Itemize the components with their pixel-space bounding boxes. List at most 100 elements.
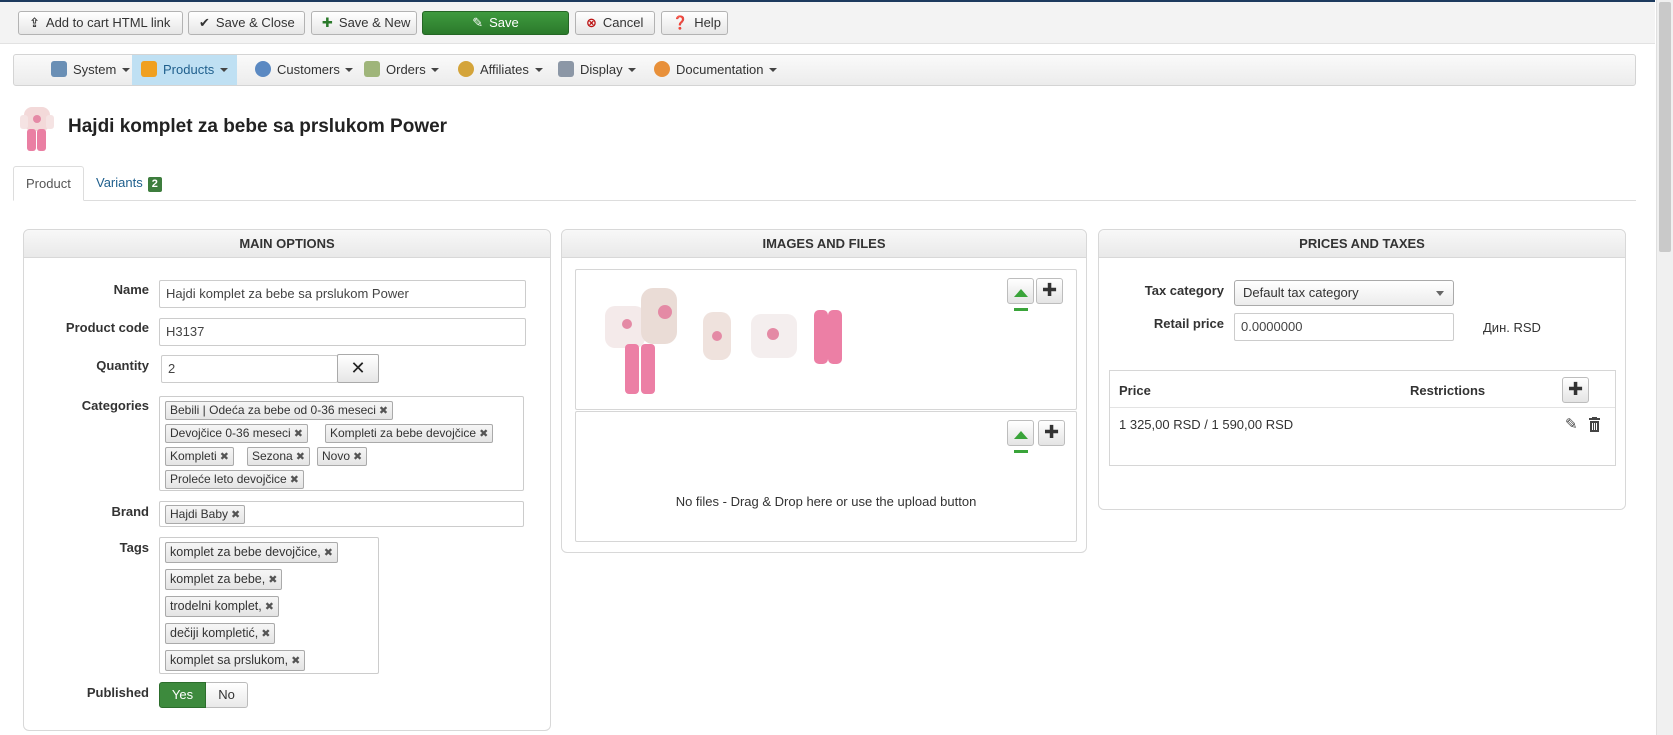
remove-icon[interactable]: ✖ bbox=[294, 428, 303, 440]
retail-price-input[interactable]: 0.0000000 bbox=[1234, 313, 1454, 341]
remove-icon[interactable]: ✖ bbox=[220, 451, 229, 463]
remove-icon[interactable]: ✖ bbox=[379, 405, 388, 417]
restrictions-column-header: Restrictions bbox=[1410, 383, 1486, 398]
save-button[interactable]: ✎ Save bbox=[422, 11, 569, 35]
product-code-input[interactable]: H3137 bbox=[159, 318, 526, 346]
tab-product[interactable]: Product bbox=[13, 166, 84, 201]
save-new-label: Save & New bbox=[338, 15, 411, 30]
save-close-label: Save & Close bbox=[215, 15, 295, 30]
category-chip: Devojčice 0-36 meseci ✖ bbox=[165, 424, 308, 443]
cancel-icon: ⊗ bbox=[586, 15, 597, 30]
tag-chip-label: komplet za bebe, bbox=[170, 572, 266, 586]
help-icon: ❓ bbox=[672, 15, 689, 30]
tab-product-label: Product bbox=[26, 176, 71, 191]
tag-chip: dečiji kompletić, ✖ bbox=[165, 623, 276, 644]
menu-orders[interactable]: Orders bbox=[355, 55, 448, 85]
category-chip: Kompleti za bebe devojčice ✖ bbox=[325, 424, 494, 443]
retail-price-label: Retail price bbox=[1153, 316, 1224, 331]
name-input[interactable]: Hajdi komplet za bebe sa prslukom Power bbox=[159, 280, 526, 308]
menu-affiliates[interactable]: Affiliates bbox=[449, 55, 552, 85]
product-image[interactable] bbox=[703, 312, 731, 360]
tax-category-select[interactable]: Default tax category bbox=[1234, 280, 1454, 306]
menu-customers[interactable]: Customers bbox=[246, 55, 362, 85]
brand-field[interactable]: Hajdi Baby ✖ bbox=[159, 501, 524, 527]
menu-customers-label: Customers bbox=[277, 62, 340, 77]
save-label: Save bbox=[489, 15, 519, 30]
add-price-button[interactable]: ✚ bbox=[1562, 377, 1589, 403]
menu-products[interactable]: Products bbox=[132, 55, 237, 85]
tags-field[interactable]: komplet za bebe devojčice, ✖ komplet za b… bbox=[159, 537, 379, 674]
category-chip-label: Kompleti bbox=[170, 449, 217, 463]
quantity-clear-button[interactable]: ✕ bbox=[337, 354, 379, 383]
files-dropzone[interactable]: ✚ No files - Drag & Drop here or use the… bbox=[575, 411, 1077, 542]
upload-image-button[interactable] bbox=[1007, 278, 1034, 311]
remove-icon[interactable]: ✖ bbox=[290, 474, 299, 486]
menu-affiliates-label: Affiliates bbox=[480, 62, 529, 77]
main-options-heading: MAIN OPTIONS bbox=[24, 230, 550, 258]
tag-chip-label: dečiji kompletić, bbox=[170, 626, 259, 640]
product-image[interactable] bbox=[814, 310, 842, 364]
tags-label: Tags bbox=[119, 540, 149, 555]
cancel-button[interactable]: ⊗ Cancel bbox=[575, 11, 655, 35]
remove-icon[interactable]: ✖ bbox=[261, 628, 270, 640]
categories-field[interactable]: Bebili | Odeća za bebe od 0-36 meseci ✖ D… bbox=[159, 396, 524, 491]
add-to-cart-link-button[interactable]: ⇪ Add to cart HTML link bbox=[18, 11, 183, 35]
product-images bbox=[605, 288, 842, 394]
remove-icon[interactable]: ✖ bbox=[231, 509, 240, 521]
caret-icon bbox=[121, 68, 130, 72]
remove-icon[interactable]: ✖ bbox=[291, 655, 300, 667]
products-icon bbox=[141, 61, 157, 77]
quantity-input[interactable]: 2 bbox=[161, 355, 338, 383]
price-column-header: Price bbox=[1119, 383, 1151, 398]
remove-icon[interactable]: ✖ bbox=[265, 601, 274, 613]
menu-system[interactable]: System bbox=[42, 55, 139, 85]
add-image-button[interactable]: ✚ bbox=[1036, 278, 1063, 304]
categories-label: Categories bbox=[81, 398, 149, 413]
product-image[interactable] bbox=[751, 314, 797, 358]
tag-chip: trodelni komplet, ✖ bbox=[165, 596, 279, 617]
plus-icon: ✚ bbox=[322, 15, 333, 30]
remove-icon[interactable]: ✖ bbox=[479, 428, 488, 440]
add-file-button[interactable]: ✚ bbox=[1038, 420, 1065, 446]
menu-display[interactable]: Display bbox=[549, 55, 645, 85]
trash-icon[interactable] bbox=[1588, 417, 1601, 432]
no-files-message: No files - Drag & Drop here or use the u… bbox=[675, 494, 977, 509]
remove-icon[interactable]: ✖ bbox=[353, 451, 362, 463]
remove-icon[interactable]: ✖ bbox=[324, 547, 333, 559]
edit-icon: ✎ bbox=[472, 15, 484, 30]
tag-chip: komplet za bebe, ✖ bbox=[165, 569, 283, 590]
tax-category-value: Default tax category bbox=[1243, 285, 1359, 300]
published-no-button[interactable]: No bbox=[206, 682, 248, 708]
images-dropzone[interactable]: ✚ bbox=[575, 269, 1077, 410]
price-table: Price Restrictions ✚ 1 325,00 RSD / 1 59… bbox=[1109, 370, 1616, 466]
menu-products-label: Products bbox=[163, 62, 215, 77]
tab-variants[interactable]: Variants 2 bbox=[84, 166, 174, 201]
upload-file-button[interactable] bbox=[1007, 420, 1034, 453]
plus-icon: ✚ bbox=[1041, 280, 1058, 300]
category-chip-label: Devojčice 0-36 meseci bbox=[170, 426, 291, 440]
category-chip-label: Proleće leto devojčice bbox=[170, 472, 287, 486]
caret-icon bbox=[628, 68, 637, 72]
main-menu: System Products Customers Orders Affilia… bbox=[13, 54, 1636, 86]
edit-price-icon[interactable]: ✎ bbox=[1565, 415, 1578, 433]
page-scrollbar[interactable] bbox=[1656, 0, 1673, 735]
quantity-label: Quantity bbox=[96, 358, 149, 373]
menu-system-label: System bbox=[73, 62, 117, 77]
product-image[interactable] bbox=[605, 288, 677, 394]
published-label: Published bbox=[86, 685, 149, 700]
tag-chip-label: komplet sa prslukom, bbox=[170, 653, 289, 667]
menu-documentation[interactable]: Documentation bbox=[645, 55, 786, 85]
published-yes-button[interactable]: Yes bbox=[159, 682, 206, 708]
remove-icon[interactable]: ✖ bbox=[268, 574, 277, 586]
product-code-label: Product code bbox=[65, 320, 149, 335]
save-new-button[interactable]: ✚ Save & New bbox=[311, 11, 417, 35]
help-button[interactable]: ❓ Help bbox=[661, 11, 728, 35]
remove-icon[interactable]: ✖ bbox=[296, 451, 305, 463]
save-close-button[interactable]: ✔ Save & Close bbox=[188, 11, 305, 35]
category-chip-label: Bebili | Odeća za bebe od 0-36 meseci bbox=[170, 403, 376, 417]
scroll-thumb[interactable] bbox=[1659, 2, 1671, 252]
category-chip: Novo ✖ bbox=[317, 447, 368, 466]
check-icon: ✔ bbox=[199, 15, 210, 30]
price-row-value: 1 325,00 RSD / 1 590,00 RSD bbox=[1119, 417, 1294, 432]
name-label: Name bbox=[113, 282, 149, 297]
